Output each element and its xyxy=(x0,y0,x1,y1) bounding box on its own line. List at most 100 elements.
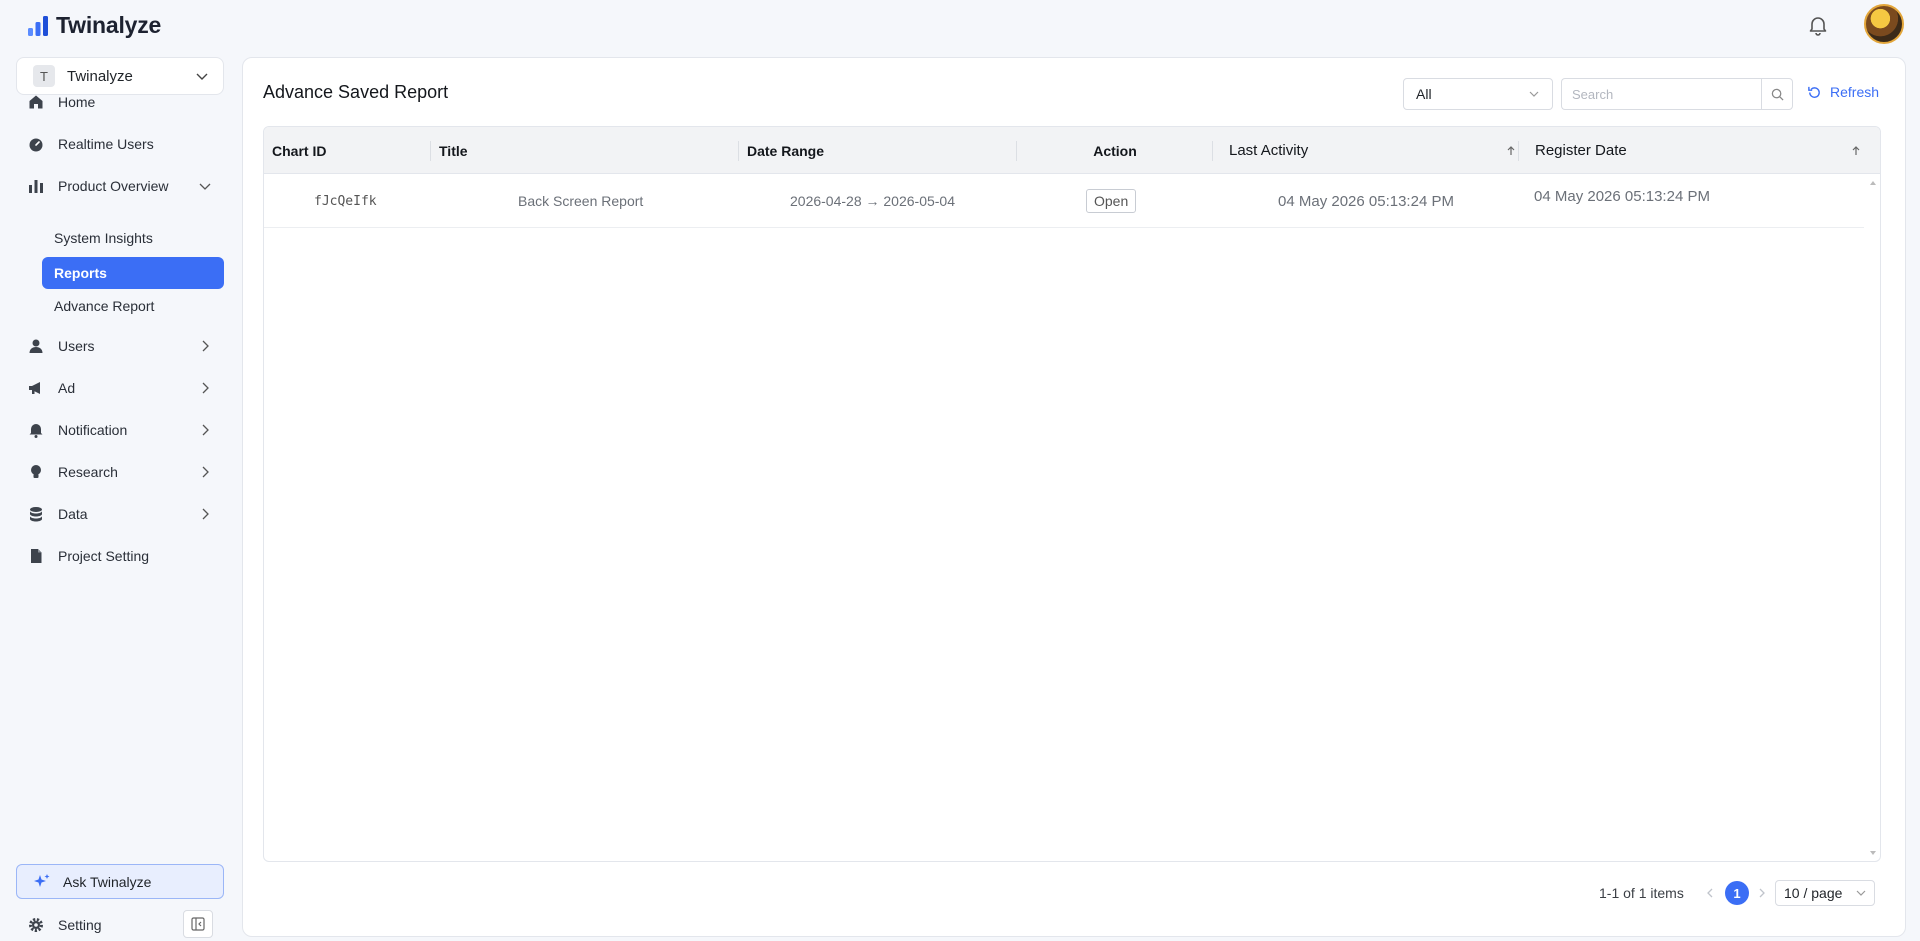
sidebar-item-label: Ad xyxy=(58,380,76,396)
page-title: Advance Saved Report xyxy=(263,82,449,102)
sidebar-item-label: Users xyxy=(58,338,95,354)
sparkle-icon xyxy=(34,873,50,887)
collapse-sidebar-button[interactable] xyxy=(183,910,213,938)
sidebar-item-product-overview[interactable]: Product Overview xyxy=(16,169,224,203)
project-badge: T xyxy=(33,65,55,87)
chevron-right-icon xyxy=(202,508,209,520)
table-header: Chart ID Title Date Range Action Last Ac… xyxy=(264,127,1880,174)
search-button[interactable] xyxy=(1761,78,1793,110)
sidebar-item-data[interactable]: Data xyxy=(16,497,224,531)
setting-button[interactable]: Setting xyxy=(16,908,102,941)
cell-action: Open xyxy=(1086,174,1137,228)
chevron-right-icon xyxy=(202,424,209,436)
top-bar: Twinalyze xyxy=(0,0,1920,50)
current-page[interactable]: 1 xyxy=(1725,881,1749,905)
sidebar-subitem-system-insights[interactable]: System Insights xyxy=(42,222,224,254)
notification-bell-icon[interactable] xyxy=(1806,13,1830,37)
sidebar-item-label: Research xyxy=(58,464,118,480)
sidebar: T Twinalyze Home Realtime Users Product … xyxy=(0,50,240,941)
sidebar-item-home[interactable]: Home xyxy=(16,85,224,119)
main-card: Advance Saved Report All Refresh Chart I… xyxy=(242,57,1906,937)
megaphone-icon xyxy=(28,380,44,396)
column-label: Date Range xyxy=(747,142,825,159)
chevron-right-icon xyxy=(202,340,209,352)
app-logo[interactable]: Twinalyze xyxy=(26,12,161,39)
column-label: Last Activity xyxy=(1229,142,1309,159)
sidebar-item-label: Realtime Users xyxy=(58,136,154,152)
scroll-up-arrow-icon[interactable] xyxy=(1869,179,1877,187)
user-avatar[interactable] xyxy=(1864,4,1904,44)
sidebar-item-realtime-users[interactable]: Realtime Users xyxy=(16,127,224,161)
refresh-icon xyxy=(1808,86,1820,98)
gauge-icon xyxy=(28,136,44,152)
sidebar-item-label: Data xyxy=(58,506,88,522)
cell-last-activity: 04 May 2026 05:13:24 PM xyxy=(1278,192,1454,210)
page-size-value: 10 / page xyxy=(1784,885,1843,901)
pagination-prev-button[interactable] xyxy=(1705,878,1715,908)
scroll-down-arrow-icon[interactable] xyxy=(1869,849,1877,857)
sidebar-item-label: Project Setting xyxy=(58,548,150,564)
reports-table: Chart ID Title Date Range Action Last Ac… xyxy=(263,126,1881,862)
sidebar-item-label: Product Overview xyxy=(58,178,169,194)
sidebar-item-users[interactable]: Users xyxy=(16,329,224,363)
column-label: Register Date xyxy=(1535,142,1627,159)
bar-chart-icon xyxy=(28,178,44,194)
home-icon xyxy=(28,94,44,110)
search-icon xyxy=(1771,88,1784,101)
open-report-button[interactable]: Open xyxy=(1086,189,1137,213)
sidebar-item-research[interactable]: Research xyxy=(16,455,224,489)
sidebar-subitem-advance-report[interactable]: Advance Report xyxy=(42,290,224,322)
collapse-sidebar-icon xyxy=(191,917,205,931)
chevron-down-icon xyxy=(1856,890,1866,896)
column-header-title[interactable]: Title xyxy=(431,127,739,174)
chevron-down-icon xyxy=(1529,91,1539,97)
pagination-summary: 1-1 of 1 items xyxy=(1599,885,1684,901)
cell-title: Back Screen Report xyxy=(518,193,644,209)
chevron-right-icon xyxy=(202,382,209,394)
ask-twinalyze-button[interactable]: Ask Twinalyze xyxy=(16,864,224,899)
chevron-down-icon xyxy=(196,73,208,80)
column-header-date-range[interactable]: Date Range xyxy=(739,127,1017,174)
page-size-container: 10 / page xyxy=(1775,878,1875,908)
database-icon xyxy=(28,506,44,522)
bell-icon xyxy=(28,422,44,438)
filter-value: All xyxy=(1416,86,1432,102)
table-row[interactable]: fJcQeIfk Back Screen Report 2026-04-28 →… xyxy=(264,174,1864,228)
cell-chart-id: fJcQeIfk xyxy=(314,193,377,209)
refresh-label: Refresh xyxy=(1830,84,1880,100)
sidebar-item-label: Notification xyxy=(58,422,128,438)
search-input[interactable] xyxy=(1561,78,1761,110)
sidebar-item-notification[interactable]: Notification xyxy=(16,413,224,447)
user-icon xyxy=(28,338,44,354)
sort-arrow-up-icon[interactable] xyxy=(1505,145,1517,157)
cell-register-date: 04 May 2026 05:13:24 PM xyxy=(1534,188,1710,205)
column-header-action[interactable]: Action xyxy=(1017,127,1213,174)
chevron-right-icon xyxy=(202,466,209,478)
sidebar-item-ad[interactable]: Ad xyxy=(16,371,224,405)
page-size-select[interactable]: 10 / page xyxy=(1775,880,1875,906)
setting-label: Setting xyxy=(58,917,102,933)
file-icon xyxy=(28,548,44,564)
column-header-last-activity[interactable]: Last Activity xyxy=(1213,127,1519,174)
sidebar-item-label: Home xyxy=(58,94,96,110)
app-name: Twinalyze xyxy=(56,12,162,38)
refresh-button[interactable]: Refresh xyxy=(1807,84,1879,100)
sidebar-item-project-setting[interactable]: Project Setting xyxy=(16,539,224,573)
cell-date-range: 2026-04-28 → 2026-05-04 xyxy=(790,193,956,209)
chevron-right-icon xyxy=(1759,888,1765,898)
column-header-register-date[interactable]: Register Date xyxy=(1519,127,1880,174)
column-label: Title xyxy=(439,142,468,159)
column-label: Chart ID xyxy=(272,142,327,159)
filter-select[interactable]: All xyxy=(1403,78,1553,110)
sort-arrow-up-icon[interactable] xyxy=(1850,145,1862,157)
chevron-left-icon xyxy=(1707,888,1713,898)
ask-twinalyze-label: Ask Twinalyze xyxy=(63,873,152,890)
project-name: Twinalyze xyxy=(67,67,133,85)
pagination-page[interactable]: 1 xyxy=(1725,878,1749,908)
column-header-chart-id[interactable]: Chart ID xyxy=(264,127,431,174)
pagination-next-button[interactable] xyxy=(1757,878,1767,908)
logo-bars-icon xyxy=(28,15,48,36)
column-label: Action xyxy=(1093,142,1137,159)
gear-icon xyxy=(29,918,43,932)
sidebar-subitem-reports[interactable]: Reports xyxy=(42,257,224,289)
